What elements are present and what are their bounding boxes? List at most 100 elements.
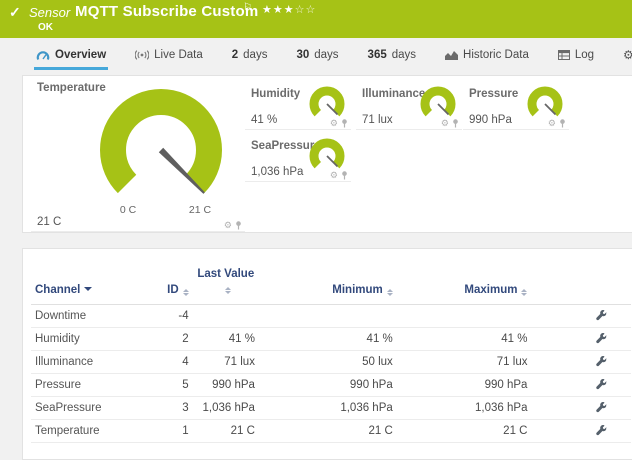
- tab-2-days[interactable]: 2 days: [230, 46, 270, 67]
- gauge-value: 990 hPa: [469, 114, 512, 126]
- gauge-value: 71 lux: [362, 114, 393, 126]
- tile-gear-icon[interactable]: ⚙: [224, 221, 232, 230]
- tab-365-days[interactable]: 365 days: [366, 46, 418, 67]
- channel-id: 5: [157, 373, 192, 396]
- channel-settings-wrench-icon[interactable]: [596, 402, 607, 414]
- gauge-tile-temperature: Temperature 0 C 21 C 21 C ⚙: [31, 80, 245, 232]
- channel-last-value: 21 C: [193, 419, 259, 442]
- tab-number: 30: [296, 49, 309, 61]
- table-row[interactable]: Downtime -4: [31, 304, 631, 327]
- tile-gear-icon[interactable]: ⚙: [330, 119, 338, 128]
- channels-table: Channel ID Last Value Minimum Maximum Do…: [31, 249, 631, 443]
- tile-gear-icon[interactable]: ⚙: [330, 171, 338, 180]
- channel-minimum: 990 hPa: [259, 373, 397, 396]
- sensor-type-label: Sensor: [29, 5, 70, 20]
- log-table-icon: [558, 50, 570, 60]
- gauge-value: 21 C: [37, 216, 61, 228]
- channel-name[interactable]: Temperature: [31, 419, 157, 442]
- gauges-panel: Temperature 0 C 21 C 21 C ⚙ Humidity 41 …: [22, 75, 632, 233]
- tab-number: 365: [368, 49, 387, 61]
- tab-label: Log: [575, 49, 594, 61]
- tab-number: 2: [232, 49, 238, 61]
- table-row[interactable]: Temperature 1 21 C 21 C 21 C: [31, 419, 631, 442]
- tab-label: Overview: [55, 49, 106, 61]
- tile-pin-icon[interactable]: [235, 221, 242, 230]
- channel-settings-wrench-icon[interactable]: [596, 333, 607, 345]
- channel-id: 1: [157, 419, 192, 442]
- channel-settings-wrench-icon[interactable]: [596, 310, 607, 322]
- tab-live-data[interactable]: Live Data: [133, 46, 205, 67]
- tile-gear-icon[interactable]: ⚙: [548, 119, 556, 128]
- gauge-tile-pressure: Pressure 990 hPa ⚙: [463, 86, 569, 130]
- channel-minimum: 21 C: [259, 419, 397, 442]
- tile-gear-icon[interactable]: ⚙: [441, 119, 449, 128]
- tab-historic-data[interactable]: Historic Data: [443, 46, 531, 67]
- gauge-value: 41 %: [251, 114, 277, 126]
- flag-icon[interactable]: ⚐: [243, 2, 252, 13]
- tab-label: days: [243, 49, 267, 61]
- tile-pin-icon[interactable]: [452, 119, 459, 128]
- tab-log[interactable]: Log: [556, 46, 596, 67]
- channel-name[interactable]: Humidity: [31, 327, 157, 350]
- column-header-minimum[interactable]: Minimum: [259, 249, 397, 304]
- channel-id: -4: [157, 304, 192, 327]
- column-header-id[interactable]: ID: [157, 249, 192, 304]
- column-header-channel[interactable]: Channel: [31, 249, 157, 304]
- table-row[interactable]: Humidity 2 41 % 41 % 41 %: [31, 327, 631, 350]
- channel-settings-wrench-icon[interactable]: [596, 356, 607, 368]
- table-row[interactable]: Illuminance 4 71 lux 50 lux 71 lux: [31, 350, 631, 373]
- tile-pin-icon[interactable]: [559, 119, 566, 128]
- gauge-title: Pressure: [469, 88, 518, 100]
- tab-30-days[interactable]: 30 days: [294, 46, 340, 67]
- gauge-title: Humidity: [251, 88, 300, 100]
- tile-pin-icon[interactable]: [341, 171, 348, 180]
- gauge-scale-max: 21 C: [180, 204, 220, 216]
- channel-last-value: [193, 304, 259, 327]
- gauge-icon: [36, 50, 50, 61]
- table-row[interactable]: Pressure 5 990 hPa 990 hPa 990 hPa: [31, 373, 631, 396]
- channel-last-value: 1,036 hPa: [193, 396, 259, 419]
- column-header-maximum[interactable]: Maximum: [397, 249, 532, 304]
- gauge-tile-humidity: Humidity 41 % ⚙: [245, 86, 351, 130]
- gauge-value: 1,036 hPa: [251, 166, 303, 178]
- tab-overview[interactable]: Overview: [34, 46, 108, 70]
- stars-filled: ★★★: [262, 4, 295, 16]
- channel-id: 2: [157, 327, 192, 350]
- tab-label: days: [314, 49, 338, 61]
- chart-icon: [445, 50, 458, 60]
- sort-icon: [183, 289, 189, 296]
- channel-minimum: [259, 304, 397, 327]
- tab-label: Historic Data: [463, 49, 529, 61]
- channel-settings-wrench-icon[interactable]: [596, 379, 607, 391]
- channel-last-value: 41 %: [193, 327, 259, 350]
- channel-settings-wrench-icon[interactable]: [596, 425, 607, 437]
- tab-bar: Overview Live Data 2 days 30 days 365 da…: [0, 46, 632, 72]
- channel-maximum: 1,036 hPa: [397, 396, 532, 419]
- channel-name[interactable]: Pressure: [31, 373, 157, 396]
- column-header-last-value[interactable]: Last Value: [193, 249, 259, 304]
- channel-name[interactable]: SeaPressure: [31, 396, 157, 419]
- status-check-icon: ✓: [9, 4, 21, 21]
- channel-last-value: 990 hPa: [193, 373, 259, 396]
- channel-id: 3: [157, 396, 192, 419]
- priority-stars[interactable]: ★★★☆☆: [262, 3, 316, 16]
- sort-icon: [387, 289, 393, 296]
- channel-name[interactable]: Downtime: [31, 304, 157, 327]
- channel-maximum: [397, 304, 532, 327]
- channel-maximum: 41 %: [397, 327, 532, 350]
- tab-settings[interactable]: ⚙ Settings: [621, 46, 632, 67]
- sort-caret-icon: [84, 287, 92, 291]
- gauge-tile-seapressure: SeaPressure 1,036 hPa ⚙: [245, 138, 351, 182]
- tab-label: days: [392, 49, 416, 61]
- column-header-label: Maximum: [464, 284, 517, 296]
- channel-name[interactable]: Illuminance: [31, 350, 157, 373]
- tile-pin-icon[interactable]: [341, 119, 348, 128]
- channel-last-value: 71 lux: [193, 350, 259, 373]
- channel-minimum: 41 %: [259, 327, 397, 350]
- gauge-scale-min: 0 C: [108, 204, 148, 216]
- sensor-title: MQTT Subscribe Custom: [75, 3, 258, 20]
- status-badge: OK: [38, 22, 53, 33]
- channel-maximum: 71 lux: [397, 350, 532, 373]
- table-row[interactable]: SeaPressure 3 1,036 hPa 1,036 hPa 1,036 …: [31, 396, 631, 419]
- channel-maximum: 21 C: [397, 419, 532, 442]
